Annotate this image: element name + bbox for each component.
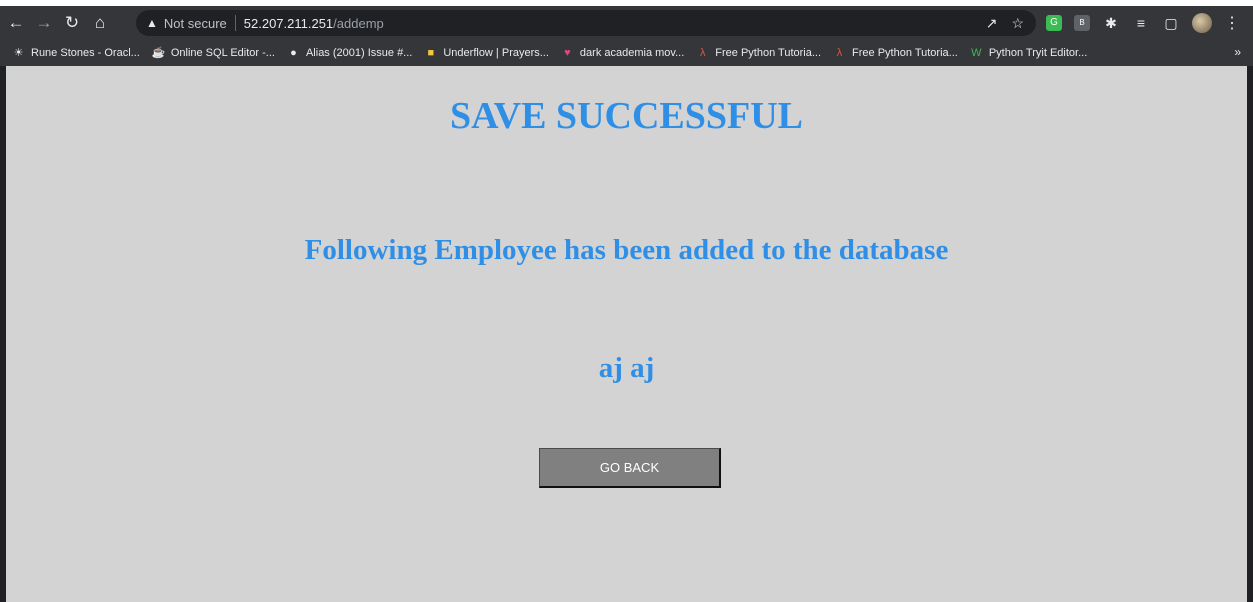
- address-bar[interactable]: ▲ Not secure 52.207.211.251/addemp ↗ ☆: [136, 10, 1036, 36]
- bookmark-star-icon[interactable]: ☆: [1011, 15, 1024, 32]
- go-back-button[interactable]: GO BACK: [539, 448, 721, 488]
- side-panel-icon[interactable]: ▢: [1162, 15, 1180, 31]
- browser-window: ← → ↻ ⌂ ▲ Not secure 52.207.211.251/adde…: [0, 6, 1253, 602]
- url-path[interactable]: /addemp: [333, 16, 384, 31]
- home-icon[interactable]: ⌂: [88, 11, 112, 35]
- url-host[interactable]: 52.207.211.251: [244, 16, 333, 31]
- coffee-icon: ☕: [151, 46, 166, 59]
- page-title: SAVE SUCCESSFUL: [449, 95, 804, 137]
- w3schools-icon: W: [971, 46, 982, 59]
- browser-toolbar: ← → ↻ ⌂ ▲ Not secure 52.207.211.251/adde…: [0, 6, 1253, 40]
- puzzle-extensions-icon[interactable]: ✱: [1102, 15, 1120, 31]
- python-tutorial-icon: λ: [700, 46, 706, 59]
- heart-icon: ♥: [564, 46, 571, 59]
- sun-icon: ☀: [13, 46, 24, 59]
- forward-arrow-icon[interactable]: →: [32, 11, 56, 35]
- bookmarks-bar: ☀ Rune Stones - Oracl... ☕ Online SQL Edito…: [0, 40, 1253, 66]
- bookmark-item[interactable]: ● Alias (2001) Issue #...: [287, 47, 412, 60]
- bookmark-item[interactable]: ☀ Rune Stones - Oracl...: [12, 47, 140, 60]
- more-bookmarks-icon[interactable]: »: [1234, 45, 1241, 59]
- bookmark-label: Free Python Tutoria...: [852, 47, 958, 59]
- globe-icon: ●: [290, 46, 297, 59]
- back-arrow-icon[interactable]: ←: [4, 11, 28, 35]
- address-bar-actions: ↗ ☆: [986, 14, 1024, 32]
- success-message: Following Employee has been added to the…: [304, 234, 949, 266]
- page-content: SAVE SUCCESSFUL Following Employee has b…: [6, 66, 1247, 602]
- grammarly-extension-icon[interactable]: G: [1046, 15, 1062, 31]
- bookmark-label: Free Python Tutoria...: [715, 47, 822, 59]
- extension-b-icon[interactable]: B: [1074, 15, 1090, 31]
- reload-icon[interactable]: ↻: [60, 11, 84, 35]
- bookmark-label: Online SQL Editor -...: [170, 47, 275, 59]
- reading-list-icon[interactable]: ≡: [1132, 15, 1150, 31]
- bookmark-item[interactable]: λ Free Python Tutoria...: [696, 47, 821, 60]
- menu-kebab-icon[interactable]: ⋮: [1224, 13, 1240, 33]
- security-label[interactable]: Not secure: [164, 16, 227, 31]
- python-tutorial-icon: λ: [836, 46, 843, 59]
- warning-triangle-icon[interactable]: ▲: [146, 16, 158, 30]
- share-icon[interactable]: ↗: [986, 15, 998, 32]
- bookmark-label: Underflow | Prayers...: [443, 47, 549, 59]
- bookmark-item[interactable]: ♥ dark academia mov...: [561, 47, 684, 60]
- bookmark-label: dark academia mov...: [579, 47, 685, 59]
- bookmark-item[interactable]: ■ Underflow | Prayers...: [424, 47, 549, 60]
- address-separator: [234, 15, 236, 31]
- bookmark-item[interactable]: λ Free Python Tutoria...: [833, 47, 958, 60]
- bookmark-label: Python Tryit Editor...: [988, 47, 1088, 59]
- bookmark-label: Rune Stones - Oracl...: [31, 47, 140, 59]
- bookmark-item[interactable]: W Python Tryit Editor...: [970, 47, 1087, 60]
- bookmark-label: Alias (2001) Issue #...: [305, 47, 413, 59]
- profile-avatar[interactable]: [1192, 13, 1212, 33]
- employee-name: aj aj: [598, 352, 655, 384]
- extensions-area: G B ✱ ≡ ▢ ⋮: [1046, 13, 1240, 33]
- bookmark-item[interactable]: ☕ Online SQL Editor -...: [152, 47, 275, 60]
- underflow-icon: ■: [427, 46, 435, 59]
